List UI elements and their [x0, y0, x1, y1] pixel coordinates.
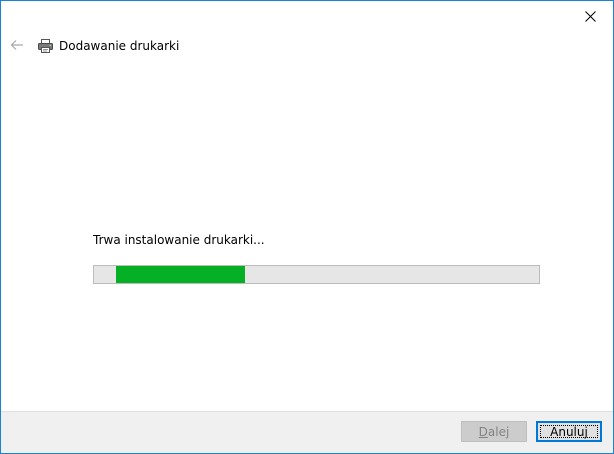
close-icon — [584, 10, 596, 22]
dialog-title: Dodawanie drukarki — [59, 39, 180, 53]
cancel-button[interactable]: Anuluj — [536, 421, 602, 442]
next-button[interactable]: Dalej — [461, 421, 527, 442]
dialog-header: Dodawanie drukarki — [9, 35, 179, 57]
back-button[interactable] — [9, 38, 25, 54]
printer-icon — [37, 38, 55, 54]
back-arrow-icon — [10, 39, 24, 54]
cancel-button-label: Anuluj — [550, 424, 588, 439]
install-progress-bar — [93, 265, 540, 284]
status-text: Trwa instalowanie drukarki... — [93, 233, 265, 247]
next-button-label: Dalej — [478, 424, 510, 439]
close-button[interactable] — [567, 1, 613, 31]
progress-fill — [116, 266, 246, 283]
add-printer-dialog: Dodawanie drukarki Trwa instalowanie dru… — [0, 0, 614, 454]
dialog-footer: Dalej Anuluj — [1, 411, 613, 453]
